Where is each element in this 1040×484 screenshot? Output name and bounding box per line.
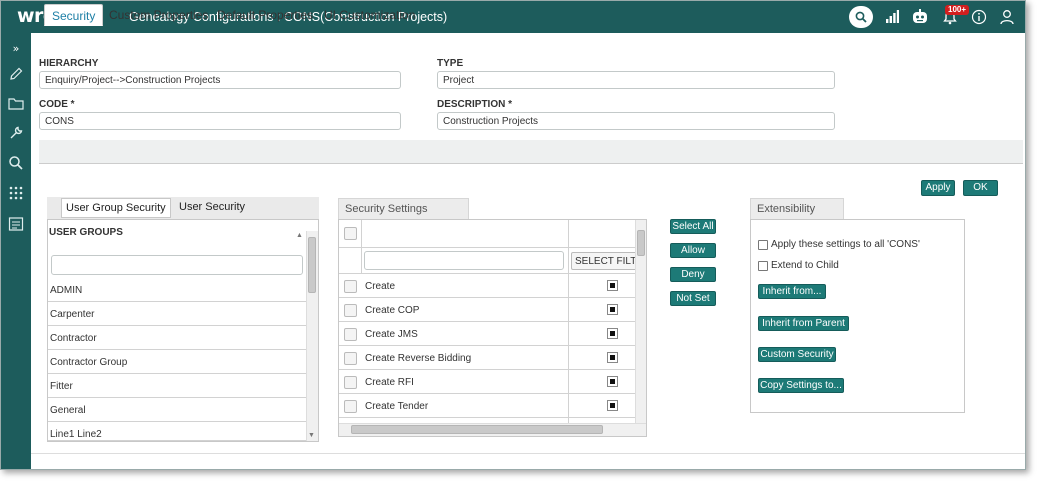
- chatbot-icon[interactable]: [909, 7, 931, 27]
- tab-user-security[interactable]: User Security: [175, 198, 249, 218]
- list-item[interactable]: General: [48, 398, 306, 422]
- ok-button[interactable]: OK: [963, 180, 998, 196]
- search-icon[interactable]: [5, 152, 27, 174]
- grid-filter-row: SELECT FILTER: [339, 248, 643, 274]
- list-item[interactable]: Fitter: [48, 374, 306, 398]
- code-label: CODE *: [39, 99, 75, 110]
- inherit-from-button[interactable]: Inherit from...: [758, 284, 826, 299]
- apps-grid-icon[interactable]: [5, 182, 27, 204]
- list-item[interactable]: ADMIN: [48, 278, 306, 302]
- settings-filter-input[interactable]: [364, 251, 564, 270]
- grid-header-row: [339, 220, 635, 248]
- security-settings-grid: SELECT FILTER Create Create COP Create J…: [338, 219, 647, 437]
- row-label: Create RFI: [365, 377, 414, 388]
- allow-button[interactable]: Allow: [670, 243, 716, 258]
- tab-user-group-security[interactable]: User Group Security: [61, 198, 171, 218]
- table-row[interactable]: Create: [339, 274, 635, 298]
- report-icon[interactable]: [5, 213, 27, 235]
- hierarchy-label: HIERARCHY: [39, 58, 99, 69]
- user-icon[interactable]: [996, 7, 1018, 27]
- code-field[interactable]: CONS: [39, 112, 401, 130]
- permission-checkbox[interactable]: [607, 328, 618, 339]
- scroll-down-icon[interactable]: ▼: [308, 432, 315, 439]
- select-all-button[interactable]: Select All: [670, 219, 716, 234]
- type-field[interactable]: Project: [437, 71, 835, 89]
- tab-ui-customization[interactable]: UI Customization: [317, 4, 422, 26]
- row-checkbox[interactable]: [344, 304, 357, 317]
- row-label: Create Reverse Bidding: [365, 353, 472, 364]
- apply-button[interactable]: Apply: [921, 180, 955, 196]
- description-label: DESCRIPTION *: [437, 99, 513, 110]
- permission-checkbox[interactable]: [607, 280, 618, 291]
- signal-icon[interactable]: [881, 7, 903, 27]
- apply-all-label: Apply these settings to all 'CONS': [771, 239, 920, 250]
- settings-vscroll-thumb[interactable]: [637, 230, 645, 256]
- search-button[interactable]: [849, 6, 873, 28]
- checkbox-box[interactable]: [758, 239, 768, 250]
- pencil-icon[interactable]: [5, 63, 27, 85]
- tab-bar: [39, 140, 1023, 164]
- copy-settings-button[interactable]: Copy Settings to...: [758, 378, 844, 393]
- select-filter-button[interactable]: SELECT FILTER: [571, 252, 643, 270]
- tab-security[interactable]: Security: [44, 4, 104, 26]
- apply-all-checkbox[interactable]: Apply these settings to all 'CONS': [758, 239, 920, 250]
- list-item[interactable]: Contractor: [48, 326, 306, 350]
- settings-hscroll-thumb[interactable]: [351, 425, 603, 434]
- custom-security-button[interactable]: Custom Security: [758, 347, 836, 362]
- deny-button[interactable]: Deny: [670, 267, 716, 282]
- row-label: Create JMS: [365, 329, 418, 340]
- sort-up-icon[interactable]: ▲: [296, 232, 303, 239]
- tab-custom-properties[interactable]: Custom Properties: [102, 4, 215, 26]
- permission-checkbox[interactable]: [607, 304, 618, 315]
- row-checkbox[interactable]: [344, 352, 357, 365]
- app-window: wrench Genealogy Configurations : CONS(C…: [0, 0, 1026, 470]
- folder-icon[interactable]: [5, 92, 27, 114]
- list-item[interactable]: Line1 Line2: [48, 422, 306, 441]
- notification-badge: 100+: [945, 5, 970, 15]
- not-set-button[interactable]: Not Set: [670, 291, 716, 306]
- table-row[interactable]: Create Tender: [339, 394, 635, 418]
- list-item[interactable]: Carpenter: [48, 302, 306, 326]
- description-field[interactable]: Construction Projects: [437, 112, 835, 130]
- footer-divider: [31, 453, 1025, 454]
- table-row[interactable]: Create COP: [339, 298, 635, 322]
- hierarchy-field[interactable]: Enquiry/Project-->Construction Projects: [39, 71, 401, 89]
- permission-checkbox[interactable]: [607, 352, 618, 363]
- expand-icon[interactable]: »: [5, 37, 27, 59]
- sidebar: »: [1, 33, 31, 469]
- type-label: TYPE: [437, 58, 464, 69]
- table-row[interactable]: Create JMS: [339, 322, 635, 346]
- extend-to-child-label: Extend to Child: [771, 260, 839, 271]
- row-label: Create Tender: [365, 401, 429, 412]
- row-label: Create COP: [365, 305, 420, 316]
- search-icon: [855, 11, 867, 23]
- tab-default-properties[interactable]: Default Properties: [210, 4, 320, 26]
- checkbox-box[interactable]: [758, 260, 768, 271]
- row-label: Create: [365, 281, 396, 292]
- inherit-from-parent-button[interactable]: Inherit from Parent: [758, 316, 849, 331]
- row-checkbox[interactable]: [344, 400, 357, 413]
- row-checkbox[interactable]: [344, 328, 357, 341]
- row-checkbox[interactable]: [344, 376, 357, 389]
- permission-checkbox[interactable]: [607, 400, 618, 411]
- row-checkbox[interactable]: [344, 280, 357, 293]
- info-icon[interactable]: [968, 7, 990, 27]
- filter-divider: [361, 248, 362, 274]
- extend-to-child-checkbox[interactable]: Extend to Child: [758, 260, 839, 271]
- select-all-checkbox[interactable]: [344, 227, 357, 240]
- wrench-icon[interactable]: [5, 122, 27, 144]
- table-row[interactable]: Create Reverse Bidding: [339, 346, 635, 370]
- extensibility-title: Extensibility: [750, 198, 844, 219]
- user-groups-header: USER GROUPS: [49, 227, 123, 238]
- list-item[interactable]: Contractor Group: [48, 350, 306, 374]
- user-groups-scroll-thumb[interactable]: [308, 237, 316, 293]
- table-row[interactable]: Create RFI: [339, 370, 635, 394]
- security-settings-title: Security Settings: [338, 198, 469, 219]
- header-divider: [361, 220, 362, 248]
- user-groups-filter-input[interactable]: [51, 255, 303, 275]
- permission-checkbox[interactable]: [607, 376, 618, 387]
